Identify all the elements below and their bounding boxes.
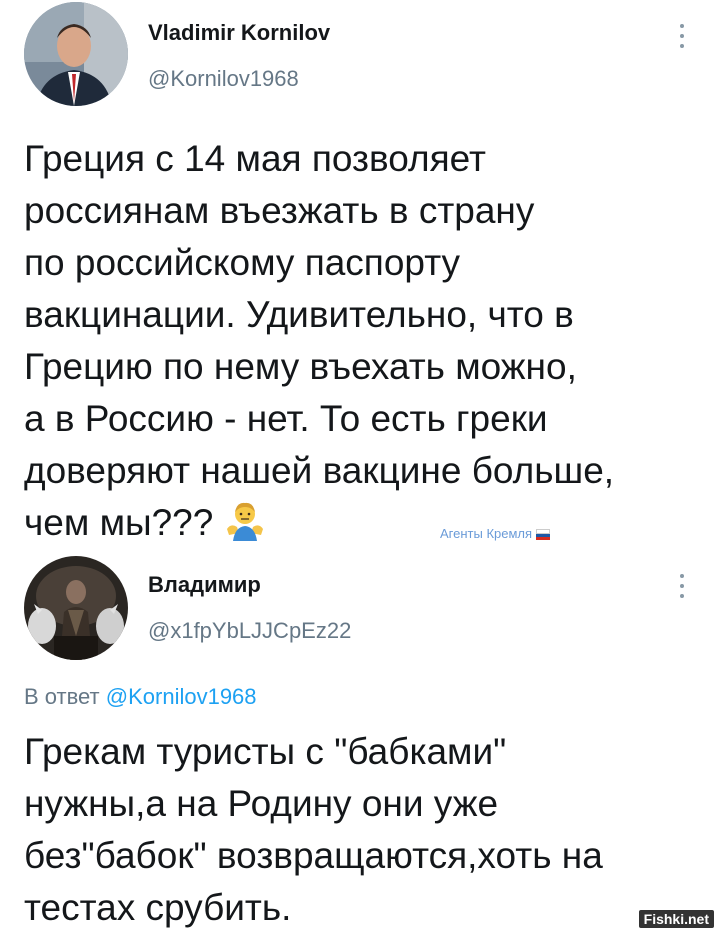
tweet-text-last-line: чем мы???: [24, 497, 614, 549]
author-handle[interactable]: @x1fpYbLJJCpEz22: [148, 618, 351, 644]
tweet-text-line: без"бабок" возвращаются,хоть на: [24, 835, 603, 876]
tweet-text-line: вакцинации. Удивительно, что в: [24, 294, 574, 335]
tweet-text-line: Греция с 14 мая позволяет: [24, 138, 486, 179]
tweet-reply: Владимир @x1fpYbLJJCpEz22 В ответ @Korni…: [0, 548, 720, 932]
tweet-text-line: нужны,а на Родину они уже: [24, 783, 499, 824]
avatar-image: [24, 556, 128, 660]
author-name[interactable]: Vladimir Kornilov: [148, 20, 330, 46]
avatar[interactable]: [24, 556, 128, 660]
avatar[interactable]: [24, 2, 128, 106]
reply-prefix: В ответ: [24, 684, 100, 709]
tweet-text-line: Грецию по нему въехать можно,: [24, 346, 577, 387]
author-handle[interactable]: @Kornilov1968: [148, 66, 299, 92]
tweet-text: Греция с 14 мая позволяет россиянам въез…: [24, 133, 614, 549]
tweet-text-line: доверяют нашей вакцине больше,: [24, 450, 615, 491]
tweet-text-line: россиянам въезжать в страну: [24, 190, 535, 231]
reply-handle-link[interactable]: @Kornilov1968: [106, 684, 257, 709]
watermark-kremlin: Агенты Кремля: [440, 526, 551, 541]
tweet-text-line: по российскому паспорту: [24, 242, 461, 283]
russian-flag-icon: [536, 529, 551, 540]
tweet-text-line: чем мы???: [24, 502, 214, 543]
author-name[interactable]: Владимир: [148, 572, 261, 598]
more-options-icon[interactable]: [678, 24, 686, 50]
reply-to: В ответ @Kornilov1968: [24, 684, 257, 710]
watermark-fishki: Fishki.net: [638, 910, 714, 928]
more-options-icon[interactable]: [678, 574, 686, 600]
tweet-text-line: а в Россию - нет. То есть греки: [24, 398, 548, 439]
tweet-text-line: Грекам туристы с "бабками": [24, 731, 507, 772]
avatar-image: [24, 2, 128, 106]
man-shrugging-icon: [225, 499, 265, 555]
tweet-text-line: тестах срубить.: [24, 887, 292, 928]
tweet-original: Vladimir Kornilov @Kornilov1968 Греция с…: [0, 0, 720, 560]
tweet-text: Грекам туристы с "бабками" нужны,а на Ро…: [24, 726, 603, 934]
watermark-kremlin-text: Агенты Кремля: [440, 526, 533, 541]
